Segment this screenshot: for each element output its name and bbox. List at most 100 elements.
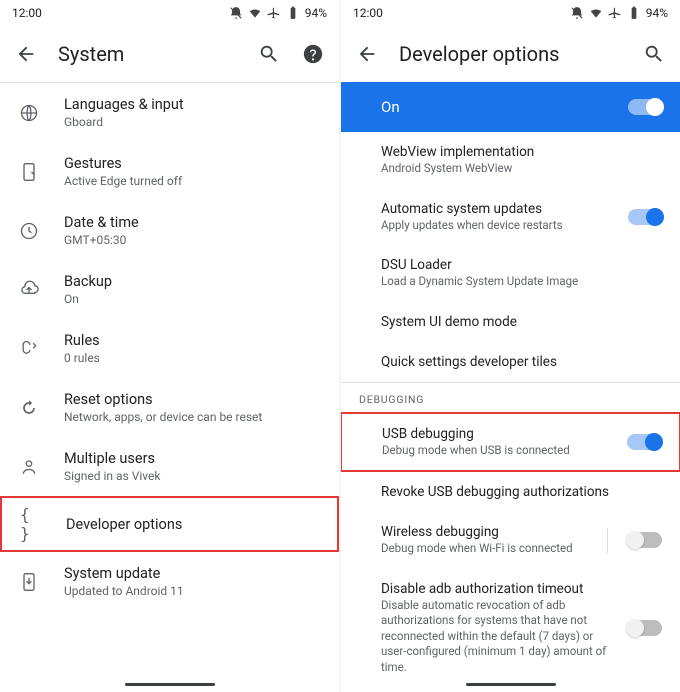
wifi-icon bbox=[589, 6, 603, 20]
row-title: USB debugging bbox=[382, 426, 617, 442]
row-sub: On bbox=[64, 292, 321, 306]
row-title: Reset options bbox=[64, 391, 321, 408]
row-title: Disable adb authorization timeout bbox=[381, 581, 618, 597]
master-toggle[interactable] bbox=[628, 99, 662, 115]
airplane-icon bbox=[267, 6, 281, 20]
search-button[interactable] bbox=[257, 42, 281, 66]
dev-list: WebView implementationAndroid System Web… bbox=[341, 132, 680, 692]
battery-text: 94% bbox=[646, 6, 668, 20]
globe-icon bbox=[18, 102, 40, 124]
status-time: 12:00 bbox=[12, 6, 42, 20]
row-sub: Debug mode when Wi-Fi is connected bbox=[381, 541, 595, 557]
wifi-icon bbox=[248, 6, 262, 20]
status-bar: 12:00 94% bbox=[341, 0, 680, 26]
row-sub: Disable automatic revocation of adb auth… bbox=[381, 598, 618, 676]
row-qs-tiles[interactable]: Quick settings developer tiles bbox=[341, 342, 680, 382]
back-button[interactable] bbox=[14, 42, 38, 66]
row-sub: Signed in as Vivek bbox=[64, 469, 321, 483]
row-sub: Debug mode when USB is connected bbox=[382, 443, 617, 459]
row-users[interactable]: Multiple users Signed in as Vivek bbox=[0, 437, 339, 496]
back-button[interactable] bbox=[355, 42, 379, 66]
gestures-icon bbox=[18, 161, 40, 183]
row-datetime[interactable]: Date & time GMT+05:30 bbox=[0, 201, 339, 260]
vsep bbox=[607, 528, 608, 553]
row-title: Languages & input bbox=[64, 96, 321, 113]
battery-icon bbox=[286, 6, 300, 20]
page-title: System bbox=[58, 42, 237, 66]
row-title: WebView implementation bbox=[381, 144, 662, 160]
row-backup[interactable]: Backup On bbox=[0, 260, 339, 319]
row-webview[interactable]: WebView implementationAndroid System Web… bbox=[341, 132, 680, 189]
row-usb-debugging[interactable]: USB debuggingDebug mode when USB is conn… bbox=[341, 412, 680, 473]
row-title: Revoke USB debugging authorizations bbox=[381, 484, 662, 500]
cloud-upload-icon bbox=[18, 279, 40, 301]
master-toggle-label: On bbox=[381, 98, 628, 116]
clock-icon bbox=[18, 220, 40, 242]
help-button[interactable] bbox=[301, 42, 325, 66]
page-title: Developer options bbox=[399, 42, 622, 66]
row-title: Developer options bbox=[66, 516, 319, 533]
reset-icon bbox=[18, 397, 40, 419]
arrow-back-icon bbox=[15, 43, 37, 65]
row-sub: Load a Dynamic System Update Image bbox=[381, 274, 662, 290]
row-rules[interactable]: Rules 0 rules bbox=[0, 319, 339, 378]
person-icon bbox=[18, 456, 40, 478]
row-dsu[interactable]: DSU LoaderLoad a Dynamic System Update I… bbox=[341, 245, 680, 302]
search-icon bbox=[258, 43, 280, 65]
row-title: System UI demo mode bbox=[381, 314, 662, 330]
row-sub: Network, apps, or device can be reset bbox=[64, 410, 321, 424]
app-bar: Developer options bbox=[341, 26, 680, 82]
dnd-icon bbox=[229, 6, 243, 20]
row-auto-updates[interactable]: Automatic system updatesApply updates wh… bbox=[341, 189, 680, 246]
row-sub: Updated to Android 11 bbox=[64, 584, 321, 598]
arrow-back-icon bbox=[356, 43, 378, 65]
status-right: 94% bbox=[229, 6, 327, 20]
master-toggle-row[interactable]: On bbox=[341, 82, 680, 132]
screen-developer-options: 12:00 94% Developer options On WebView i… bbox=[341, 0, 680, 692]
row-sub: Apply updates when device restarts bbox=[381, 218, 618, 234]
row-sub: Android System WebView bbox=[381, 161, 662, 177]
dev-options-icon: { } bbox=[20, 513, 42, 535]
wireless-debugging-toggle[interactable] bbox=[628, 532, 662, 548]
home-indicator[interactable] bbox=[466, 683, 556, 686]
row-developer-options[interactable]: { } Developer options bbox=[0, 496, 339, 552]
rules-icon bbox=[18, 338, 40, 360]
row-reset[interactable]: Reset options Network, apps, or device ca… bbox=[0, 378, 339, 437]
row-title: Backup bbox=[64, 273, 321, 290]
screen-system: 12:00 94% System Languages & input Gboard… bbox=[0, 0, 339, 692]
row-title: Automatic system updates bbox=[381, 201, 618, 217]
section-debugging: DEBUGGING bbox=[341, 383, 680, 412]
search-button[interactable] bbox=[642, 42, 666, 66]
row-title: Date & time bbox=[64, 214, 321, 231]
system-update-icon bbox=[18, 571, 40, 593]
row-title: Multiple users bbox=[64, 450, 321, 467]
row-system-update[interactable]: System update Updated to Android 11 bbox=[0, 552, 339, 611]
help-icon bbox=[302, 43, 324, 65]
row-title: System update bbox=[64, 565, 321, 582]
row-ui-demo[interactable]: System UI demo mode bbox=[341, 302, 680, 342]
row-title: Quick settings developer tiles bbox=[381, 354, 662, 370]
auto-updates-toggle[interactable] bbox=[628, 209, 662, 225]
row-revoke-usb[interactable]: Revoke USB debugging authorizations bbox=[341, 472, 680, 512]
row-sub: GMT+05:30 bbox=[64, 233, 321, 247]
battery-icon bbox=[627, 6, 641, 20]
row-disable-adb-timeout[interactable]: Disable adb authorization timeoutDisable… bbox=[341, 569, 680, 688]
row-title: Rules bbox=[64, 332, 321, 349]
system-list: Languages & input Gboard GesturesActive E… bbox=[0, 83, 339, 692]
status-time: 12:00 bbox=[353, 6, 383, 20]
row-title: DSU Loader bbox=[381, 257, 662, 273]
row-sub: 0 rules bbox=[64, 351, 321, 365]
row-gestures[interactable]: GesturesActive Edge turned off bbox=[0, 142, 339, 201]
search-icon bbox=[643, 43, 665, 65]
airplane-icon bbox=[608, 6, 622, 20]
dnd-icon bbox=[570, 6, 584, 20]
app-bar: System bbox=[0, 26, 339, 82]
row-sub: Gboard bbox=[64, 115, 321, 129]
row-languages[interactable]: Languages & input Gboard bbox=[0, 83, 339, 142]
status-bar: 12:00 94% bbox=[0, 0, 339, 26]
row-title: Wireless debugging bbox=[381, 524, 595, 540]
usb-debugging-toggle[interactable] bbox=[627, 434, 661, 450]
row-wireless-debugging[interactable]: Wireless debuggingDebug mode when Wi-Fi … bbox=[341, 512, 680, 569]
disable-adb-toggle[interactable] bbox=[628, 620, 662, 636]
home-indicator[interactable] bbox=[125, 683, 215, 686]
